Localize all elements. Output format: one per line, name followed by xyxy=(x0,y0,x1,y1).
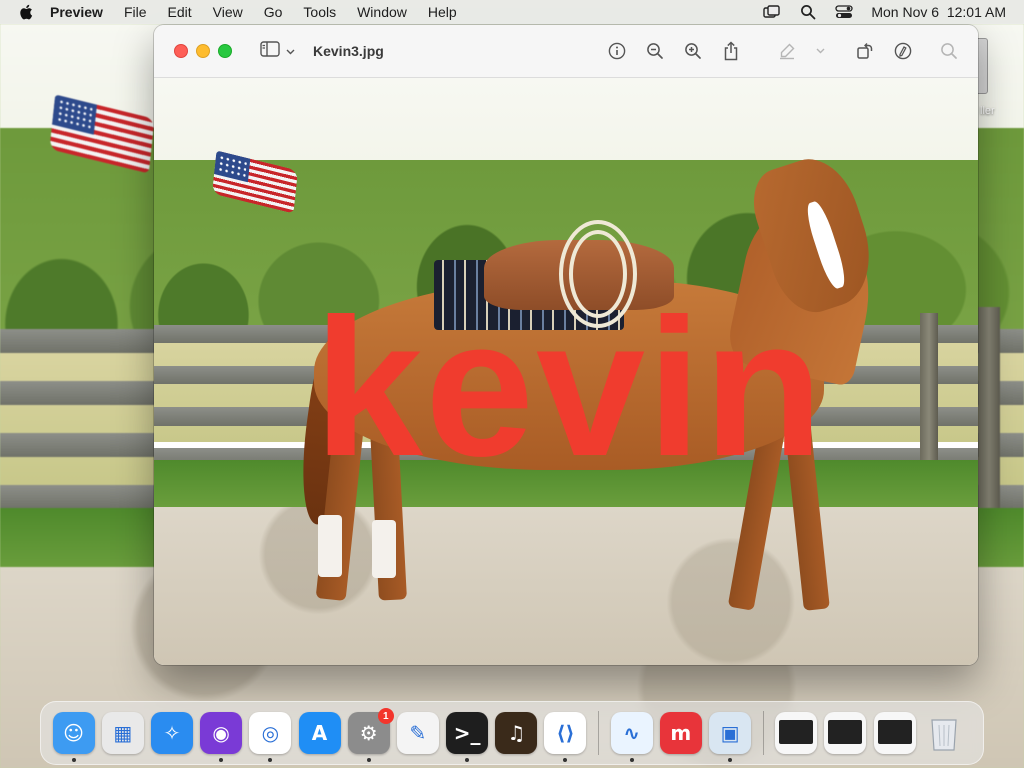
dock-item-firefox[interactable]: ◉ xyxy=(200,712,243,762)
toolbar xyxy=(606,25,960,77)
share-icon[interactable] xyxy=(720,40,742,62)
info-icon[interactable] xyxy=(606,40,628,62)
document-title: Kevin3.jpg xyxy=(313,43,384,59)
dock-recent-garageband-window[interactable] xyxy=(873,712,916,754)
close-button[interactable] xyxy=(174,44,188,58)
garageband-icon: ♫ xyxy=(507,721,526,745)
sidebar-toggle-icon xyxy=(260,40,280,62)
finder-icon: ☺ xyxy=(63,721,85,745)
rotate-icon[interactable] xyxy=(854,40,876,62)
zoom-in-icon[interactable] xyxy=(682,40,704,62)
dock-item-chrome[interactable]: ◎ xyxy=(249,712,292,762)
menu-file[interactable]: File xyxy=(124,4,147,20)
dock-item-freeform[interactable]: ∿ xyxy=(610,712,653,762)
vscode-icon: ⟨⟩ xyxy=(556,721,575,745)
running-indicator xyxy=(366,758,371,762)
menu-help[interactable]: Help xyxy=(428,4,457,20)
notification-badge: 1 xyxy=(377,708,394,724)
dock-item-garageband[interactable]: ♫ xyxy=(495,712,538,754)
chrome-icon: ◎ xyxy=(261,721,280,745)
sidebar-toggle-button[interactable] xyxy=(260,40,295,62)
menu-tools[interactable]: Tools xyxy=(303,4,336,20)
menu-window[interactable]: Window xyxy=(357,4,407,20)
dock-item-finder[interactable]: ☺ xyxy=(52,712,95,762)
horse-photo: kevin xyxy=(154,78,978,665)
menu-clock[interactable]: Mon Nov 6 12:01 AM xyxy=(871,4,1006,20)
dock-recent-settings-window[interactable] xyxy=(824,712,867,754)
running-indicator xyxy=(219,758,224,762)
spotlight-search-icon[interactable] xyxy=(799,4,817,20)
dock-separator xyxy=(762,711,764,755)
terminal-icon: >_ xyxy=(453,721,481,745)
app-store-icon: A xyxy=(311,721,328,745)
highlight-menu-chevron-icon[interactable] xyxy=(814,40,826,62)
dock-item-mela[interactable]: m xyxy=(659,712,702,754)
freeform-icon: ∿ xyxy=(623,721,641,745)
kevin-overlay-text: kevin xyxy=(314,278,826,497)
control-center-icon[interactable] xyxy=(835,4,854,20)
window-controls xyxy=(174,44,232,58)
minimize-button[interactable] xyxy=(196,44,210,58)
screen-mirroring-icon[interactable] xyxy=(763,4,781,20)
recent-vscode-window-icon xyxy=(779,720,814,744)
running-indicator xyxy=(563,758,568,762)
launchpad-icon: ▦ xyxy=(113,721,133,745)
dock-item-preview[interactable]: ▣ xyxy=(709,712,752,762)
dock-item-vscode[interactable]: ⟨⟩ xyxy=(544,712,587,762)
preview-window: Kevin3.jpg kevin xyxy=(154,25,978,665)
trash-icon xyxy=(923,719,965,758)
window-titlebar[interactable]: Kevin3.jpg xyxy=(154,25,978,78)
menu-go[interactable]: Go xyxy=(264,4,283,20)
menu-bar: Preview File Edit View Go Tools Window H… xyxy=(0,0,1024,24)
running-indicator xyxy=(268,758,273,762)
menu-app-name[interactable]: Preview xyxy=(50,4,103,20)
running-indicator xyxy=(629,758,634,762)
image-canvas[interactable]: kevin xyxy=(154,78,978,665)
dock-recent-vscode-window[interactable] xyxy=(775,712,818,754)
zoom-out-icon[interactable] xyxy=(644,40,666,62)
apple-logo-icon[interactable] xyxy=(18,3,36,21)
dock-item-trash[interactable] xyxy=(923,712,965,754)
recent-garageband-window-icon xyxy=(877,720,912,744)
textedit-icon: ✎ xyxy=(409,721,427,745)
dock-separator xyxy=(598,711,600,755)
markup-icon[interactable] xyxy=(892,40,914,62)
chevron-down-icon xyxy=(286,42,295,60)
menu-edit[interactable]: Edit xyxy=(168,4,192,20)
preview-icon: ▣ xyxy=(720,721,740,745)
desktop-item-label[interactable]: ller xyxy=(980,105,995,117)
running-indicator xyxy=(71,758,76,762)
running-indicator xyxy=(728,758,733,762)
firefox-icon: ◉ xyxy=(212,721,230,745)
highlight-icon[interactable] xyxy=(776,40,798,62)
dock-item-terminal[interactable]: >_ xyxy=(446,712,489,762)
recent-settings-window-icon xyxy=(828,720,863,744)
dock-item-app-store[interactable]: A xyxy=(298,712,341,754)
running-indicator xyxy=(465,758,470,762)
dock-item-launchpad[interactable]: ▦ xyxy=(101,712,144,754)
dock: ☺ ▦ ✧ ◉ ◎ A ⚙ 1 ✎ >_ ♫ ⟨⟩ ∿ m ▣ xyxy=(40,701,984,765)
dock-item-textedit[interactable]: ✎ xyxy=(396,712,439,754)
dock-item-safari[interactable]: ✧ xyxy=(150,712,193,754)
dock-item-system-preferences[interactable]: ⚙ 1 xyxy=(347,708,394,762)
menu-view[interactable]: View xyxy=(213,4,243,20)
safari-icon: ✧ xyxy=(163,721,181,745)
search-icon[interactable] xyxy=(938,40,960,62)
zoom-button[interactable] xyxy=(218,44,232,58)
mela-icon: m xyxy=(670,721,692,745)
